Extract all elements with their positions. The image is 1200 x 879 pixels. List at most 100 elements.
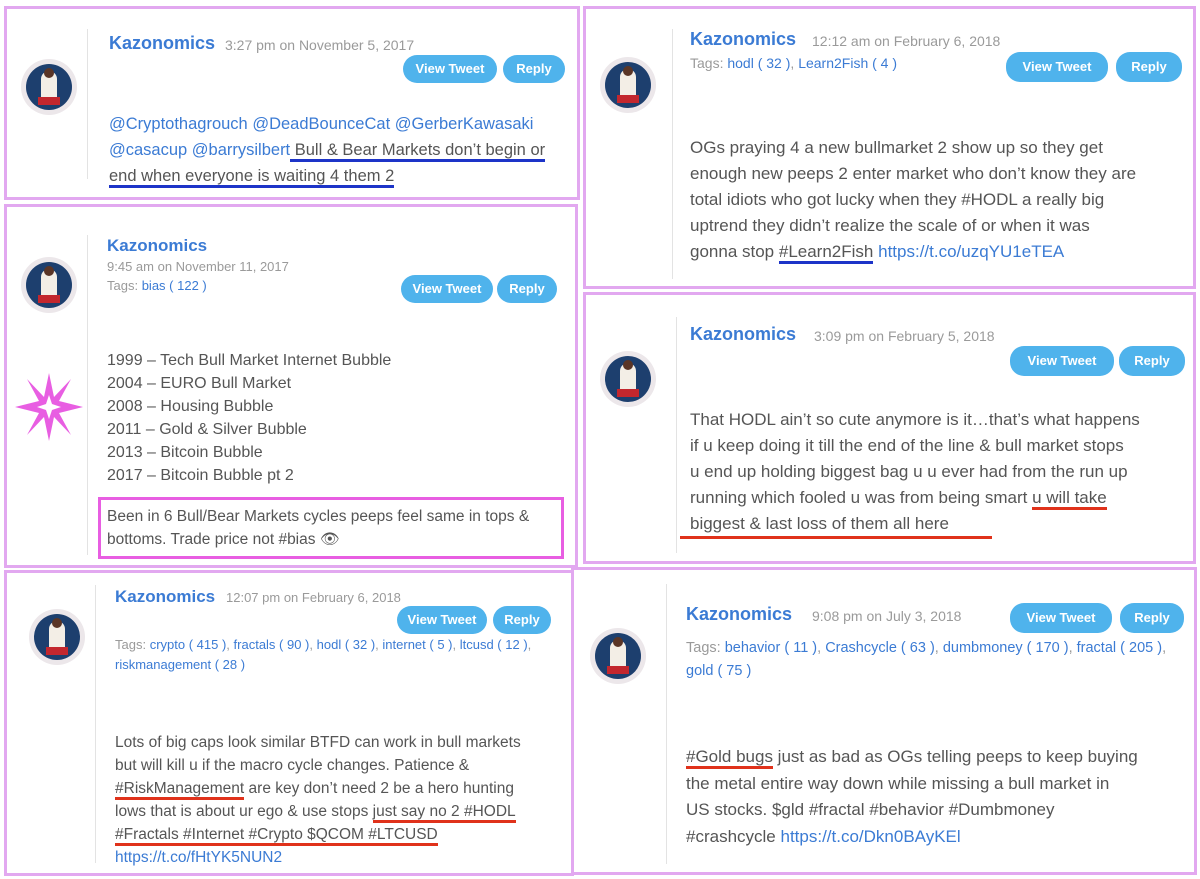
tweet-line: enough new peeps 2 enter market who don’… [690,164,1137,183]
tweet-line: 2013 – Bitcoin Bubble [107,444,263,461]
tweet-line: lows that is about ur ego & use stops ju… [115,800,521,823]
tweet-text: #Gold bugs just as bad as OGs telling pe… [686,744,1138,850]
author-avatar[interactable] [29,609,85,665]
view-tweet-button[interactable]: View Tweet [1010,603,1112,633]
author-name[interactable]: Kazonomics [107,236,207,256]
author-avatar[interactable] [21,257,77,313]
tweet-link[interactable]: https://t.co/uzqYU1eTEA [878,242,1064,261]
tag-link[interactable]: ltcusd ( 12 ) [460,637,528,652]
tag-link[interactable]: crypto ( 415 ) [150,637,227,652]
tweet-line: US stocks. $gld #fractal #behavior #Dumb… [686,800,1055,819]
view-tweet-button[interactable]: View Tweet [1010,346,1114,376]
tweet-timestamp: 12:07 pm on February 6, 2018 [226,590,401,605]
tweet-card-1: Kazonomics 3:27 pm on November 5, 2017 V… [4,6,580,200]
tweet-line: but will kill u if the macro cycle chang… [115,757,470,774]
tweet-timestamp: 3:27 pm on November 5, 2017 [225,37,415,53]
tag-link[interactable]: hodl ( 32 ) [317,637,376,652]
tweet-link[interactable]: https://t.co/Dkn0BAyKEl [780,827,960,846]
view-tweet-button[interactable]: View Tweet [397,606,487,634]
tag-link[interactable]: gold ( 75 ) [686,663,751,679]
tweet-text: @Cryptothagrouch @DeadBounceCat @GerberK… [109,111,546,189]
tweet-line: 2004 – EURO Bull Market [107,375,292,392]
tag-link[interactable]: internet ( 5 ) [382,637,452,652]
tweet-line: biggest & last loss of them all here [690,514,949,533]
author-name[interactable]: Kazonomics [690,29,796,50]
card-divider [95,585,96,863]
tweet-timestamp: 9:45 am on November 11, 2017 [107,259,289,274]
tweet-text: Lots of big caps look similar BTFD can w… [115,731,521,869]
author-name[interactable]: Kazonomics [686,604,792,625]
tag-link[interactable]: fractal ( 205 ) [1077,640,1162,656]
tweet-card-3: Kazonomics 12:07 pm on February 6, 2018 … [4,570,574,876]
reply-button[interactable]: Reply [503,55,565,83]
tweet-link[interactable]: https://t.co/fHtYK5NUN2 [115,849,282,866]
view-tweet-button[interactable]: View Tweet [1006,52,1108,82]
tweet-timestamp: 9:08 pm on July 3, 2018 [812,608,962,624]
tweet-line: OGs praying 4 a new bullmarket 2 show up… [690,138,1103,157]
sparkle-star-icon [15,373,83,441]
tweet-text: 1999 – Tech Bull Market Internet Bubble … [107,349,391,487]
card-divider [676,317,677,553]
tweet-timestamp: 3:09 pm on February 5, 2018 [814,328,995,344]
tweet-tags: Tags: bias ( 122 ) [107,278,207,293]
tweet-line: running which fooled u was from being sm… [690,485,1140,511]
tweet-line: https://t.co/fHtYK5NUN2 [115,846,521,869]
tweet-line: end when everyone is waiting 4 them 2 [109,163,545,189]
tweet-line: gonna stop #Learn2Fish https://t.co/uzqY… [690,239,1136,265]
card-divider [87,235,88,555]
author-avatar[interactable] [600,57,656,113]
tweet-card-5: Kazonomics 3:09 pm on February 5, 2018 V… [583,292,1196,564]
card-divider [87,29,88,179]
tweet-line: 1999 – Tech Bull Market Internet Bubble [107,352,392,369]
reply-button[interactable]: Reply [1120,603,1184,633]
tweet-line: u end up holding biggest bag u u ever ha… [690,462,1128,481]
tweet-line: bottoms. Trade price not #bias 👁 [107,531,340,548]
tweet-line: Been in 6 Bull/Bear Markets cycles peeps… [107,508,530,525]
tweet-tags: Tags: hodl ( 32 ), Learn2Fish ( 4 ) [690,55,898,71]
tweet-line: That HODL ain’t so cute anymore is it…th… [690,410,1140,429]
tweet-text: OGs praying 4 a new bullmarket 2 show up… [690,135,1136,265]
tweet-line: 2017 – Bitcoin Bubble pt 2 [107,467,294,484]
tag-link[interactable]: hodl ( 32 ) [727,55,790,71]
tweet-tags: Tags: crypto ( 415 ), fractals ( 90 ), h… [115,637,532,672]
author-name[interactable]: Kazonomics [115,587,215,607]
tweet-line: Lots of big caps look similar BTFD can w… [115,734,521,751]
author-avatar[interactable] [600,351,656,407]
tag-link[interactable]: dumbmoney ( 170 ) [943,640,1069,656]
author-avatar[interactable] [21,59,77,115]
tag-link[interactable]: Crashcycle ( 63 ) [825,640,935,656]
tweet-line: @casacup @barrysilbert Bull & Bear Marke… [109,137,546,163]
tweet-text: That HODL ain’t so cute anymore is it…th… [690,407,1140,537]
author-name[interactable]: Kazonomics [109,33,215,54]
tweet-line: the metal entire way down while missing … [686,773,1110,793]
tag-link[interactable]: riskmanagement ( 28 ) [115,657,245,672]
author-avatar[interactable] [590,628,646,684]
tag-link[interactable]: fractals ( 90 ) [234,637,310,652]
view-tweet-button[interactable]: View Tweet [403,55,497,83]
tweet-tags: Tags: behavior ( 11 ), Crashcycle ( 63 )… [686,640,1167,679]
tweet-line: uptrend they didn’t realize the scale of… [690,216,1090,235]
tweet-card-4: Kazonomics 12:12 am on February 6, 2018 … [583,6,1196,289]
card-divider [672,29,673,279]
tweet-line: 2008 – Housing Bubble [107,398,274,415]
tag-link[interactable]: Learn2Fish ( 4 ) [798,55,897,71]
reply-button[interactable]: Reply [1119,346,1185,376]
tweet-line: #RiskManagement are key don’t need 2 be … [115,777,521,800]
tweet-text-highlighted: Been in 6 Bull/Bear Markets cycles peeps… [107,505,529,551]
eye-icon: 👁 [319,531,340,548]
view-tweet-button[interactable]: View Tweet [401,275,493,303]
red-underline [680,536,992,539]
reply-button[interactable]: Reply [493,606,551,634]
tweet-card-2: Kazonomics 9:45 am on November 11, 2017 … [4,204,578,568]
reply-button[interactable]: Reply [497,275,557,303]
tweet-timestamp: 12:12 am on February 6, 2018 [812,33,1001,49]
tweet-line: 2011 – Gold & Silver Bubble [107,421,307,438]
tweet-line: #Gold bugs just as bad as OGs telling pe… [686,744,1138,771]
tweet-line: if u keep doing it till the end of the l… [690,436,1124,455]
reply-button[interactable]: Reply [1116,52,1182,82]
tweet-line: #Fractals #Internet #Crypto $QCOM #LTCUS… [115,823,521,846]
tag-link[interactable]: behavior ( 11 ) [725,640,817,656]
author-name[interactable]: Kazonomics [690,324,796,345]
tweet-line: total idiots who got lucky when they #HO… [690,190,1105,209]
tag-link[interactable]: bias ( 122 ) [142,278,207,293]
